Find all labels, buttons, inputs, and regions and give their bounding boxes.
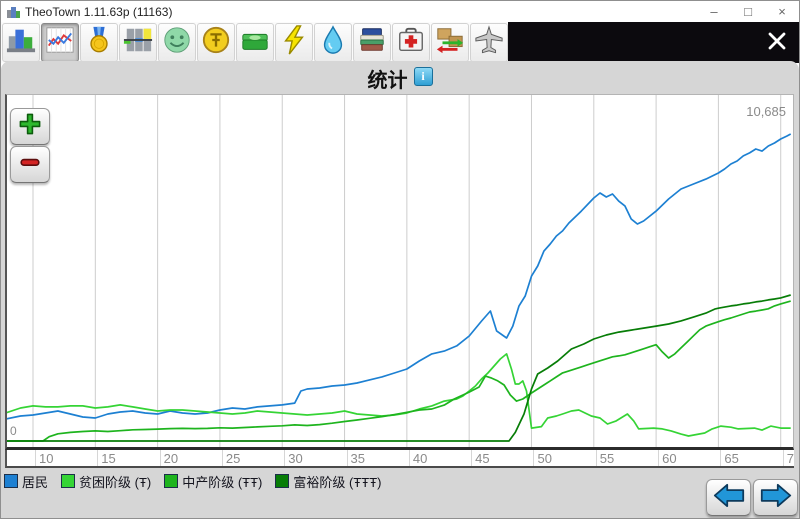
toolbar-rank-button[interactable]: [80, 23, 118, 62]
toolbar-education-button[interactable]: [353, 23, 391, 62]
happiness-smiley-icon: [162, 25, 192, 60]
chart-legend: 居民 贫困阶级 (Ŧ) 中产阶级 (ŦŦ) 富裕阶级 (ŦŦŦ): [4, 471, 381, 491]
legend-item: 贫困阶级 (Ŧ): [61, 472, 151, 491]
zoom-out-button[interactable]: [10, 146, 50, 183]
arrow-right-icon: [760, 483, 792, 513]
tick-mark: [533, 450, 534, 468]
tick-mark: [222, 450, 223, 468]
series-富裕阶级 (ŦŦŦ): [7, 295, 791, 441]
legend-label: 居民: [22, 472, 48, 491]
theotown-window: TheoTown 1.11.63p (11163) – □ ×: [0, 0, 800, 519]
legend-marker: [164, 474, 178, 488]
legend-marker: [4, 474, 18, 488]
money-icon: [240, 25, 270, 60]
arrow-left-icon: [713, 483, 745, 513]
statistics-chart-icon: [45, 25, 75, 60]
zoom-in-button[interactable]: [10, 108, 50, 145]
energy-bolt-icon: [279, 25, 309, 60]
legend-item: 中产阶级 (ŦŦ): [164, 472, 262, 491]
coin-icon: [201, 25, 231, 60]
city-icon: [6, 25, 36, 60]
minus-icon: [18, 150, 42, 179]
x-tick-label: 70: [787, 451, 794, 466]
x-tick-label: 40: [413, 451, 427, 466]
toolbar-health-button[interactable]: [392, 23, 430, 62]
legend-item: 富裕阶级 (ŦŦŦ): [275, 472, 381, 491]
education-books-icon: [357, 25, 387, 60]
legend-label: 富裕阶级 (ŦŦŦ): [293, 472, 381, 491]
legend-marker: [61, 474, 75, 488]
toolbar-statistics-button[interactable]: [41, 23, 79, 62]
ranking-bars-icon: [123, 25, 153, 60]
toolbar-trade-button[interactable]: [431, 23, 469, 62]
tick-mark: [284, 450, 285, 468]
titlebar: TheoTown 1.11.63p (11163) – □ ×: [1, 1, 799, 23]
y-zero-label: 0: [10, 424, 17, 438]
dialog-title: 统计: [368, 64, 408, 93]
close-window-button[interactable]: ×: [765, 1, 799, 22]
scroll-right-button[interactable]: [753, 479, 798, 516]
tick-mark: [160, 450, 161, 468]
x-tick-label: 15: [101, 451, 115, 466]
trade-icon: [435, 25, 465, 60]
x-tick-label: 25: [226, 451, 240, 466]
tick-mark: [471, 450, 472, 468]
x-tick-label: 35: [351, 451, 365, 466]
x-tick-label: 65: [724, 451, 738, 466]
medal-icon: [84, 25, 114, 60]
water-drop-icon: [318, 25, 348, 60]
toolbar-ratings-button[interactable]: [119, 23, 157, 62]
dialog-title-row: 统计 i: [1, 65, 799, 91]
legend-label: 中产阶级 (ŦŦ): [182, 472, 262, 491]
toolbar-happiness-button[interactable]: [158, 23, 196, 62]
x-tick-label: 50: [537, 451, 551, 466]
toolbar-budget-button[interactable]: [236, 23, 274, 62]
window-title: TheoTown 1.11.63p (11163): [25, 5, 172, 19]
plus-icon: [18, 112, 42, 141]
airport-plane-icon: [474, 25, 504, 60]
tick-mark: [35, 450, 36, 468]
toolbar-energy-button[interactable]: [275, 23, 313, 62]
toolbar-water-button[interactable]: [314, 23, 352, 62]
tick-mark: [409, 450, 410, 468]
legend-label: 贫困阶级 (Ŧ): [79, 472, 151, 491]
info-icon[interactable]: i: [414, 67, 433, 86]
tick-mark: [720, 450, 721, 468]
toolbar: [1, 22, 799, 63]
tick-mark: [658, 450, 659, 468]
toolbar-airport-button[interactable]: [470, 23, 508, 62]
x-tick-label: 55: [600, 451, 614, 466]
legend-marker: [275, 474, 289, 488]
toolbar-dark-area: [508, 22, 799, 63]
close-icon: [767, 31, 787, 56]
scroll-left-button[interactable]: [706, 479, 751, 516]
statistics-chart-panel[interactable]: 0 10,685: [5, 94, 794, 450]
series-贫困阶级 (Ŧ): [7, 354, 791, 436]
close-dialog-button[interactable]: [764, 30, 790, 56]
x-tick-label: 60: [662, 451, 676, 466]
legend-item: 居民: [4, 472, 48, 491]
window-controls: – □ ×: [697, 1, 799, 22]
y-max-label: 10,685: [746, 104, 786, 119]
x-tick-label: 45: [475, 451, 489, 466]
x-tick-label: 10: [39, 451, 53, 466]
toolbar-money-button[interactable]: [197, 23, 235, 62]
tick-mark: [596, 450, 597, 468]
theotown-logo-icon: [7, 5, 20, 18]
x-tick-label: 20: [164, 451, 178, 466]
minimize-button[interactable]: –: [697, 1, 731, 22]
x-axis: 10 15 20 25 30 35 40 45 50 55 60 65 70: [5, 450, 794, 468]
tick-mark: [783, 450, 784, 468]
series-居民: [7, 134, 791, 419]
maximize-button[interactable]: □: [731, 1, 765, 22]
tick-mark: [97, 450, 98, 468]
health-medkit-icon: [396, 25, 426, 60]
x-tick-label: 30: [288, 451, 302, 466]
toolbar-city-button[interactable]: [2, 23, 40, 62]
tick-mark: [347, 450, 348, 468]
